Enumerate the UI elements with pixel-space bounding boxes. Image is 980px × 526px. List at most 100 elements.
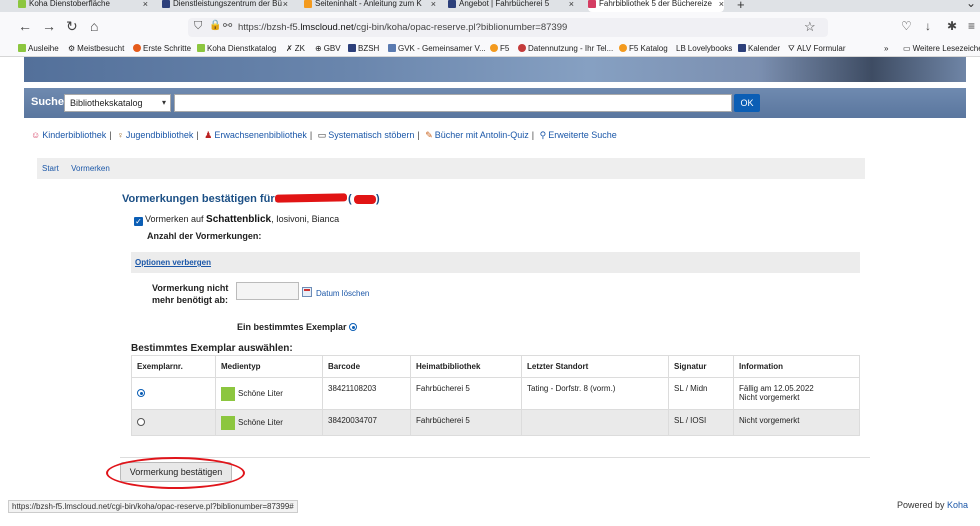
location-cell: Tating - Dorfstr. 8 (vorm.): [521, 377, 669, 410]
bookmark-item[interactable]: GVK - Gemeinsamer V...: [388, 44, 486, 53]
close-tab-icon[interactable]: ×: [569, 0, 574, 9]
redacted-card-number: [354, 195, 376, 204]
globe-icon: ⊕: [315, 44, 322, 53]
url-text[interactable]: https://bzsh-f5.lmscloud.net/cgi-bin/koh…: [238, 22, 567, 33]
options-bar: Optionen verbergen: [131, 252, 860, 273]
more-bookmarks-chevron-icon[interactable]: »: [884, 44, 888, 53]
lock-icon[interactable]: 🔒: [209, 20, 221, 31]
items-table: Exemplarnr. Medientyp Barcode Heimatbibl…: [131, 355, 860, 436]
callnumber-cell: SL / Midn: [668, 377, 734, 410]
magnifier-icon: ⚲: [539, 130, 547, 140]
quicklink-kinderbibliothek[interactable]: ☺ Kinderbibliothek: [31, 130, 106, 140]
bookmark-item[interactable]: ⚙ Meistbesucht: [68, 44, 124, 53]
bookmark-item[interactable]: LB Lovelybooks: [676, 44, 732, 53]
koha-icon: [18, 44, 26, 52]
search-label: Suche: [31, 96, 65, 108]
search-ok-button[interactable]: OK: [734, 94, 760, 112]
not-needed-date-input[interactable]: [236, 282, 299, 300]
record-author: , Iosivoni, Bianca: [271, 214, 340, 224]
quicklink-erweiterte-suche[interactable]: ⚲ Erweiterte Suche: [540, 130, 617, 140]
bookmark-item[interactable]: Ausleihe: [18, 44, 59, 53]
folder-icon: ▭: [317, 130, 327, 140]
lovelybooks-icon: LB: [676, 44, 686, 53]
col-signatur: Signatur: [668, 355, 734, 378]
breadcrumb-start[interactable]: Start: [42, 164, 59, 173]
koha-favicon-icon: [18, 0, 26, 8]
breadcrumb: Start Vormerken: [37, 158, 865, 179]
calendar-icon: [738, 44, 746, 52]
search-input[interactable]: [174, 94, 732, 112]
other-bookmarks-folder[interactable]: ▭ Weitere Lesezeichen: [903, 44, 980, 53]
col-barcode: Barcode: [322, 355, 411, 378]
pocket-icon[interactable]: ♡: [901, 19, 912, 33]
permissions-icon[interactable]: ⚯: [223, 19, 232, 32]
close-tab-icon[interactable]: ×: [431, 0, 436, 9]
search-scope-select[interactable]: Bibliothekskatalog ▾: [64, 94, 171, 112]
bookmark-item[interactable]: F5 Katalog: [619, 44, 668, 53]
bookmark-item[interactable]: Koha Dienstkatalog: [197, 44, 276, 53]
browser-tab[interactable]: Seiteninhalt - Anleitung zum K ×: [304, 0, 436, 12]
item-select-cell: [131, 377, 216, 410]
clear-date-link[interactable]: Datum löschen: [316, 289, 369, 298]
col-information: Information: [733, 355, 860, 378]
media-type-cell: Schöne Liter: [215, 409, 323, 436]
bookmark-item[interactable]: F5: [490, 44, 509, 53]
item-select-radio[interactable]: [137, 389, 145, 397]
specific-item-radio[interactable]: [349, 323, 358, 331]
browser-tab-bar: Koha Dienstoberfläche × Dienstleistungsz…: [0, 0, 980, 12]
browser-tab[interactable]: Angebot | Fahrbücherei 5 ×: [448, 0, 574, 12]
location-cell: [521, 409, 669, 436]
close-tab-icon[interactable]: ×: [719, 0, 724, 9]
new-tab-icon[interactable]: +: [737, 0, 745, 12]
item-select-cell: [131, 409, 216, 436]
browser-tab[interactable]: Dienstleistungszentrum der Bü ×: [162, 0, 288, 12]
hide-options-link[interactable]: Optionen verbergen: [135, 258, 211, 267]
col-letzter-standort: Letzter Standort: [521, 355, 669, 378]
home-icon[interactable]: ⌂: [90, 18, 98, 34]
bookmark-item[interactable]: ⛛ ALV Formular: [788, 44, 846, 54]
shield-icon[interactable]: ⛉: [194, 20, 202, 33]
bookmarks-toolbar: Ausleihe ⚙ Meistbesucht Erste Schritte Ko…: [0, 42, 980, 57]
reload-icon[interactable]: ↻: [66, 18, 78, 34]
quicklink-systematisch-stoebern[interactable]: ▭ Systematisch stöbern: [318, 130, 415, 140]
quicklink-erwachsenenbibliothek[interactable]: ♟ Erwachsenenbibliothek: [204, 130, 307, 140]
koha-link[interactable]: Koha: [947, 500, 968, 510]
close-tab-icon[interactable]: ×: [143, 0, 148, 9]
bookmark-item[interactable]: ✗ ZK: [286, 44, 305, 53]
site-favicon-icon: [448, 0, 456, 8]
breadcrumb-vormerken[interactable]: Vormerken: [71, 164, 110, 173]
gvk-icon: [388, 44, 396, 52]
bookmark-item[interactable]: BZSH: [348, 44, 379, 53]
adult-icon: ♟: [204, 130, 213, 140]
menu-icon[interactable]: ≡: [968, 19, 975, 33]
bookmark-item[interactable]: Datennutzung - Ihr Tel...: [518, 44, 613, 53]
list-all-tabs-icon[interactable]: ⌄: [966, 0, 976, 10]
paren-close: ): [376, 193, 380, 205]
browser-navigation-bar: ← → ↻ ⌂ ⛉ 🔒 ⚯ https://bzsh-f5.lmscloud.n…: [0, 12, 980, 42]
annotation-highlight-circle: [106, 457, 245, 489]
back-arrow-icon[interactable]: ←: [18, 18, 32, 34]
quicklink-jugendbibliothek[interactable]: ♀ Jugendbibliothek: [117, 130, 193, 140]
browser-tab-active[interactable]: Fahrbibliothek 5 der Büchereize ×: [588, 0, 724, 12]
quicklink-antolin[interactable]: ✎ Bücher mit Antolin-Quiz: [425, 130, 529, 140]
address-bar[interactable]: ⛉ 🔒 ⚯ https://bzsh-f5.lmscloud.net/cgi-b…: [188, 18, 828, 37]
table-row: Schöne Liter 38421108203 Fahrbücherei 5 …: [131, 377, 860, 410]
browser-tab[interactable]: Koha Dienstoberfläche ×: [18, 0, 148, 12]
home-library-cell: Fahrbücherei 5: [410, 377, 522, 410]
browser-status-url: https://bzsh-f5.lmscloud.net/cgi-bin/koh…: [8, 500, 298, 513]
folder-icon: ▭: [903, 44, 911, 53]
forward-arrow-icon[interactable]: →: [42, 18, 56, 34]
item-select-radio[interactable]: [137, 418, 145, 426]
downloads-icon[interactable]: ↓: [925, 19, 931, 33]
extensions-icon[interactable]: ✱: [947, 19, 957, 33]
reserve-title-checkbox[interactable]: ✓: [134, 217, 143, 226]
close-tab-icon[interactable]: ×: [283, 0, 288, 9]
bookmark-star-icon[interactable]: ☆: [804, 19, 816, 35]
bookmark-item[interactable]: Erste Schritte: [133, 44, 191, 53]
divider: [120, 457, 870, 458]
holds-count-label: Anzahl der Vormerkungen:: [147, 231, 262, 241]
bookmark-item[interactable]: Kalender: [738, 44, 780, 53]
specific-item-option: Ein bestimmtes Exemplar: [237, 322, 358, 332]
bookmark-item[interactable]: ⊕ GBV: [315, 44, 341, 53]
calendar-icon[interactable]: [302, 287, 312, 297]
